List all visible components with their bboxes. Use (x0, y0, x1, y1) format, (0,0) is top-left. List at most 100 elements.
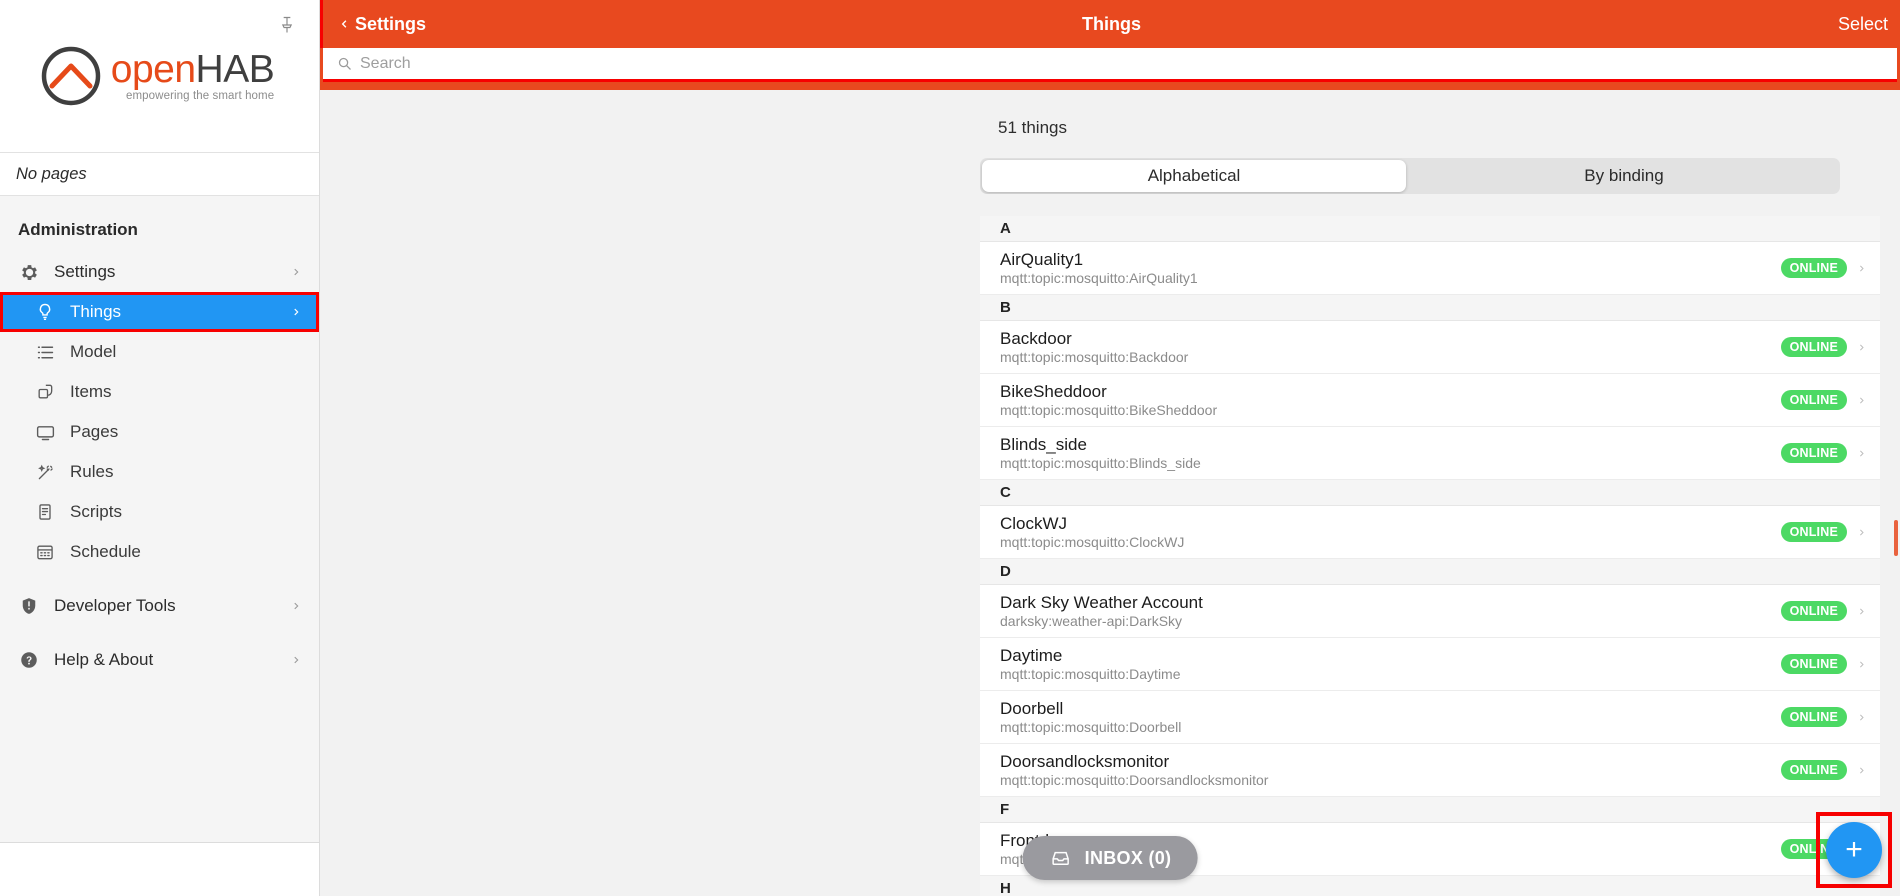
table-row[interactable]: ClockWJ mqtt:topic:mosquitto:ClockWJ ONL… (980, 506, 1880, 559)
sidebar-item-settings[interactable]: Settings (0, 252, 319, 292)
sidebar-logo-area: openHAB empowering the smart home (0, 0, 319, 152)
search-field[interactable] (323, 48, 1897, 82)
status-badge: ONLINE (1780, 443, 1847, 463)
status-badge: ONLINE (1780, 760, 1847, 780)
chevron-right-icon (1857, 604, 1866, 619)
chevron-right-icon (1857, 763, 1866, 778)
sidebar-item-schedule[interactable]: Schedule (0, 532, 319, 572)
gear-icon (18, 261, 40, 283)
table-row[interactable]: AirQuality1 mqtt:topic:mosquitto:AirQual… (980, 242, 1880, 295)
view-mode-tabs: Alphabetical By binding (980, 158, 1840, 194)
thing-name: ClockWJ (1000, 513, 1068, 533)
sidebar-item-label: Settings (54, 262, 116, 281)
status-badge: ONLINE (1780, 654, 1847, 674)
back-to-settings-button[interactable]: Settings (339, 14, 426, 35)
chevron-right-icon (1857, 393, 1866, 408)
table-row[interactable]: Blinds_side mqtt:topic:mosquitto:Blinds_… (980, 427, 1880, 480)
search-icon (337, 56, 352, 71)
group-header: F (980, 797, 1880, 823)
thing-uid: darksky:weather-api:DarkSky (1000, 612, 1183, 629)
sidebar-item-model[interactable]: Model (0, 332, 319, 372)
sidebar-item-label: Help & About (54, 650, 154, 669)
no-pages-label: No pages (16, 164, 87, 183)
group-header: A (980, 216, 1880, 242)
script-document-icon (34, 501, 56, 523)
plus-icon: + (1845, 833, 1863, 866)
chevron-right-icon (1857, 340, 1866, 355)
search-input[interactable] (360, 54, 1764, 73)
thing-uid: mqtt:topic:mosquitto:Daytime (1000, 665, 1181, 682)
sidebar-nav: Administration Settings Things Model Ite… (0, 196, 319, 842)
status-badge: ONLINE (1780, 522, 1847, 542)
sidebar-item-label: Things (70, 302, 122, 321)
select-button[interactable]: Select (1838, 14, 1888, 35)
scrollbar[interactable] (1894, 520, 1898, 556)
status-badge: ONLINE (1780, 337, 1847, 357)
items-stack-icon (34, 381, 56, 403)
group-header: B (980, 295, 1880, 321)
magic-wand-icon (34, 461, 56, 483)
tab-by-binding[interactable]: By binding (1408, 158, 1840, 194)
chevron-right-icon (1857, 446, 1866, 461)
monitor-icon (34, 421, 56, 443)
thing-name: Backdoor (1000, 328, 1072, 348)
search-bar-container (320, 48, 1900, 90)
thing-uid: mqtt:topic:mosquitto:Doorbell (1000, 718, 1182, 735)
calendar-icon (34, 541, 56, 563)
sidebar-item-scripts[interactable]: Scripts (0, 492, 319, 532)
main-area: Settings Things Select 51 things Alphabe… (320, 0, 1900, 896)
sidebar-item-label: Schedule (70, 542, 141, 561)
table-row[interactable]: Backdoor mqtt:topic:mosquitto:Backdoor O… (980, 321, 1880, 374)
group-header: D (980, 559, 1880, 585)
things-content: 51 things Alphabetical By binding A AirQ… (320, 90, 1900, 896)
thing-name: Doorsandlocksmonitor (1000, 751, 1170, 771)
inbox-label: INBOX (0) (1084, 847, 1172, 868)
inbox-tray-icon (1049, 848, 1073, 868)
no-pages-row: No pages (0, 152, 319, 196)
thing-name: Blinds_side (1000, 434, 1087, 454)
add-thing-button[interactable]: + (1826, 822, 1882, 878)
chevron-right-icon (1857, 525, 1866, 540)
thing-name: Daytime (1000, 645, 1063, 665)
chevron-right-icon (291, 304, 301, 320)
sidebar-item-help-about[interactable]: Help & About (0, 640, 319, 680)
thing-uid: mqtt:topic:mosquitto:BikeSheddoor (1000, 401, 1218, 418)
sidebar-item-label: Rules (70, 462, 114, 481)
sidebar-item-items[interactable]: Items (0, 372, 319, 412)
sidebar-footer (0, 842, 319, 896)
sidebar-item-developer-tools[interactable]: Developer Tools (0, 586, 319, 626)
table-row[interactable]: Doorbell mqtt:topic:mosquitto:Doorbell O… (980, 691, 1880, 744)
table-row[interactable]: Dark Sky Weather Account darksky:weather… (980, 585, 1880, 638)
table-row[interactable]: BikeSheddoor mqtt:topic:mosquitto:BikeSh… (980, 374, 1880, 427)
chevron-right-icon (291, 264, 301, 280)
chevron-right-icon (1857, 657, 1866, 672)
table-row[interactable]: Daytime mqtt:topic:mosquitto:Daytime ONL… (980, 638, 1880, 691)
add-thing-fab-highlight: + (1816, 812, 1892, 888)
thing-uid: mqtt:topic:mosquitto:Blinds_side (1000, 454, 1201, 471)
openhab-logo: openHAB empowering the smart home (39, 44, 275, 108)
thing-name: Doorbell (1000, 698, 1064, 718)
thing-name: Dark Sky Weather Account (1000, 592, 1203, 612)
table-row[interactable]: Doorsandlocksmonitor mqtt:topic:mosquitt… (980, 744, 1880, 797)
logo-text-open: open (110, 47, 196, 91)
chevron-right-icon (291, 598, 301, 614)
page-title: Things (1082, 13, 1141, 34)
status-badge: ONLINE (1780, 258, 1847, 278)
sidebar-item-label: Scripts (70, 502, 122, 521)
back-label: Settings (355, 13, 427, 34)
sidebar-item-things[interactable]: Things (0, 292, 319, 332)
inbox-button[interactable]: INBOX (0) (1022, 836, 1198, 880)
logo-text-hab: HAB (195, 47, 275, 91)
openhab-app-window: openHAB empowering the smart home No pag… (0, 0, 1900, 896)
pin-icon[interactable] (277, 14, 297, 36)
status-badge: ONLINE (1780, 390, 1847, 410)
tab-alphabetical[interactable]: Alphabetical (982, 160, 1406, 192)
thing-uid: mqtt:topic:mosquitto:Backdoor (1000, 348, 1189, 365)
top-navbar: Settings Things Select (320, 0, 1900, 48)
sidebar-item-pages[interactable]: Pages (0, 412, 319, 452)
question-circle-icon (18, 649, 40, 671)
status-badge: ONLINE (1780, 601, 1847, 621)
logo-tagline: empowering the smart home (126, 89, 275, 102)
sidebar-item-rules[interactable]: Rules (0, 452, 319, 492)
